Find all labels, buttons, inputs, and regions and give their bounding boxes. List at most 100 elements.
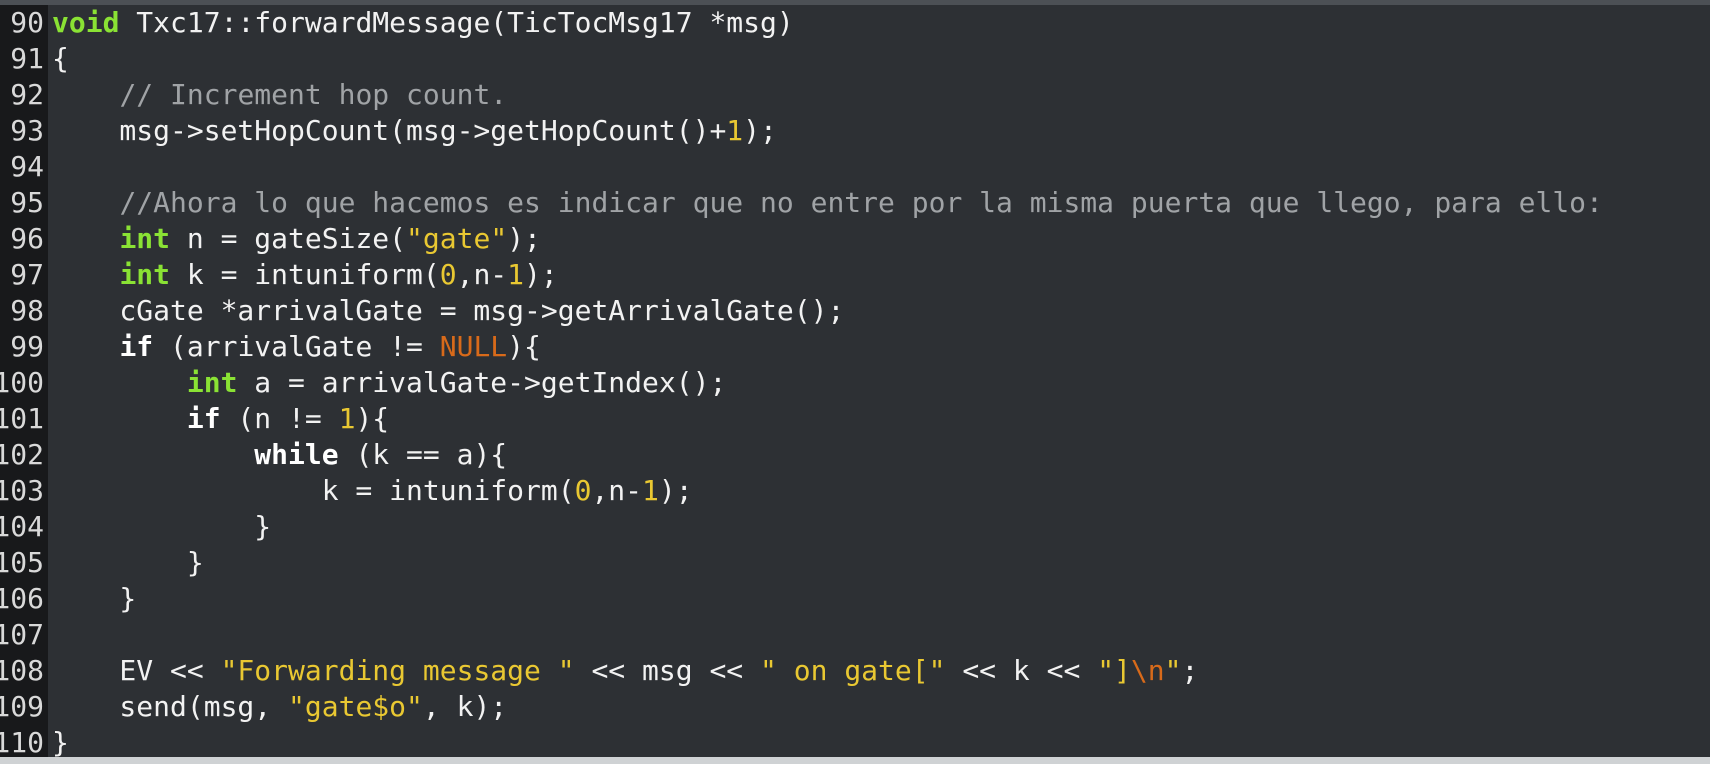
code-line[interactable]: 106 }	[0, 581, 1710, 617]
line-number: 90	[10, 6, 44, 39]
line-number: 91	[10, 42, 44, 75]
token-plain: {	[52, 42, 69, 75]
line-content: int a = arrivalGate->getIndex();	[52, 365, 726, 401]
line-content: msg->setHopCount(msg->getHopCount()+1);	[52, 113, 777, 149]
line-number: 108	[0, 654, 44, 687]
token-plain: send(msg,	[52, 690, 289, 723]
line-number: 106	[0, 582, 44, 615]
token-keyword: void	[52, 6, 120, 39]
token-plain: msg->setHopCount(msg->getHopCount()+	[52, 114, 727, 147]
token-string: "Forwarding message "	[220, 654, 575, 687]
token-keyword: int	[119, 258, 171, 291]
line-number: 107	[0, 618, 44, 651]
line-content: int k = intuniform(0,n-1);	[52, 257, 558, 293]
line-content: send(msg, "gate$o", k);	[52, 689, 507, 725]
line-number: 94	[10, 150, 44, 183]
line-content: }	[52, 581, 136, 617]
token-string: "]	[1097, 654, 1131, 687]
token-plain: }	[52, 546, 204, 579]
line-content: if (arrivalGate != NULL){	[52, 329, 541, 365]
code-line[interactable]: 107	[0, 617, 1710, 653]
code-editor[interactable]: 90 void Txc17::forwardMessage(TicTocMsg17…	[0, 0, 1710, 764]
token-plain: k = intuniform(	[170, 258, 440, 291]
token-plain: << msg <<	[574, 654, 761, 687]
token-special: NULL	[439, 330, 508, 363]
token-number: 1	[338, 402, 356, 435]
code-line[interactable]: 110}	[0, 725, 1710, 761]
line-number: 104	[0, 510, 44, 543]
token-plain: }	[52, 510, 272, 543]
token-ctrl: if	[186, 402, 221, 435]
token-plain: ,n-	[591, 474, 643, 507]
line-number: 100	[0, 366, 44, 399]
token-string: "	[1164, 654, 1182, 687]
code-line[interactable]: 109 send(msg, "gate$o", k);	[0, 689, 1710, 725]
token-plain: );	[658, 474, 693, 507]
code-line[interactable]: 92 // Increment hop count.	[0, 77, 1710, 113]
line-content: if (n != 1){	[52, 401, 389, 437]
token-number: 0	[574, 474, 592, 507]
token-plain: cGate *arrivalGate = msg->getArrivalGate…	[52, 294, 845, 327]
token-plain: n = gateSize(	[170, 222, 407, 255]
line-content: }	[52, 545, 204, 581]
code-line[interactable]: 102 while (k == a){	[0, 437, 1710, 473]
line-number: 103	[0, 474, 44, 507]
code-line[interactable]: 91{	[0, 41, 1710, 77]
line-number: 98	[10, 294, 44, 327]
line-number: 105	[0, 546, 44, 579]
token-plain: ,n-	[456, 258, 508, 291]
token-ctrl: if	[119, 330, 154, 363]
token-keyword: int	[119, 222, 171, 255]
line-number: 99	[10, 330, 44, 363]
code-line[interactable]: 98 cGate *arrivalGate = msg->getArrivalG…	[0, 293, 1710, 329]
code-line[interactable]: 95 //Ahora lo que hacemos es indicar que…	[0, 185, 1710, 221]
line-number: 109	[0, 690, 44, 723]
token-plain: );	[743, 114, 777, 147]
token-number: 1	[507, 258, 525, 291]
code-line[interactable]: 93 msg->setHopCount(msg->getHopCount()+1…	[0, 113, 1710, 149]
token-keyword: int	[186, 366, 238, 399]
code-line[interactable]: 97 int k = intuniform(0,n-1);	[0, 257, 1710, 293]
line-content: {	[52, 41, 69, 77]
token-plain: );	[524, 258, 558, 291]
token-plain: ;	[1181, 654, 1199, 687]
token-plain: ){	[355, 402, 390, 435]
token-plain: (k == a){	[338, 438, 508, 471]
code-line[interactable]: 90 void Txc17::forwardMessage(TicTocMsg17…	[0, 5, 1710, 41]
code-line[interactable]: 100 int a = arrivalGate->getIndex();	[0, 365, 1710, 401]
line-content: //Ahora lo que hacemos es indicar que no…	[52, 185, 1602, 221]
line-number: 110	[0, 726, 44, 759]
code-area[interactable]: 90 void Txc17::forwardMessage(TicTocMsg17…	[0, 5, 1710, 761]
line-number: 96	[10, 222, 44, 255]
line-content: EV << "Forwarding message " << msg << " …	[52, 653, 1198, 689]
token-string: "gate$o"	[288, 690, 423, 723]
line-number: 95	[10, 186, 44, 219]
line-content: while (k == a){	[52, 437, 507, 473]
token-plain: }	[52, 582, 137, 615]
line-number: 102	[0, 438, 44, 471]
token-number: 1	[726, 114, 744, 147]
line-number: 93	[10, 114, 44, 147]
token-plain: k = intuniform(	[52, 474, 575, 507]
code-line[interactable]: 105 }	[0, 545, 1710, 581]
code-line[interactable]: 94	[0, 149, 1710, 185]
code-line[interactable]: 101 if (n != 1){	[0, 401, 1710, 437]
code-line[interactable]: 96 int n = gateSize("gate");	[0, 221, 1710, 257]
token-plain: ){	[507, 330, 541, 363]
line-content: cGate *arrivalGate = msg->getArrivalGate…	[52, 293, 844, 329]
token-string: " on gate["	[760, 654, 946, 687]
code-line[interactable]: 99 if (arrivalGate != NULL){	[0, 329, 1710, 365]
token-plain: (arrivalGate !=	[153, 330, 440, 363]
token-comment: // Increment hop count.	[119, 78, 508, 111]
token-plain: }	[52, 726, 69, 759]
code-line[interactable]: 108 EV << "Forwarding message " << msg <…	[0, 653, 1710, 689]
code-line[interactable]: 103 k = intuniform(0,n-1);	[0, 473, 1710, 509]
token-plain: , k);	[422, 690, 508, 723]
code-line[interactable]: 104 }	[0, 509, 1710, 545]
